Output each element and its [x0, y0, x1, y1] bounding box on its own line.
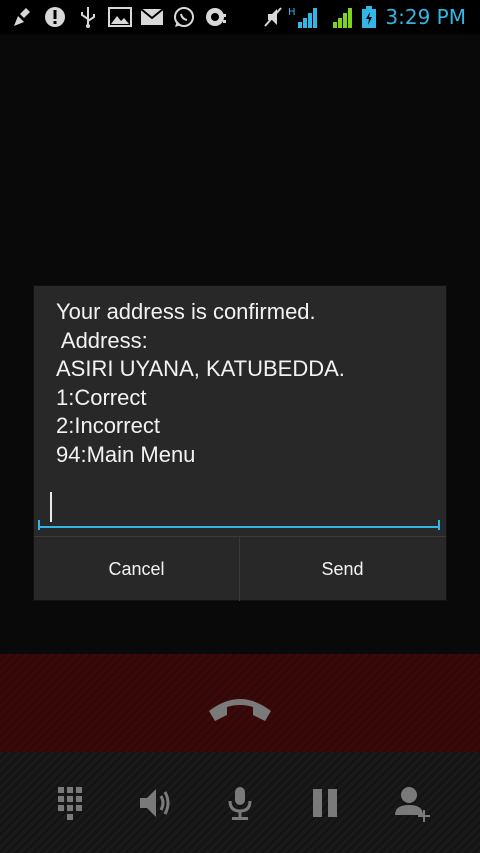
- image-icon: [108, 7, 132, 27]
- svg-text:H: H: [288, 7, 296, 18]
- mail-icon: [140, 8, 164, 25]
- dialog-message: Your address is confirmed. Address: ASIR…: [56, 299, 345, 467]
- send-button[interactable]: Send: [240, 537, 445, 601]
- battery-charging-icon: [362, 6, 376, 28]
- speaker-icon[interactable]: [134, 783, 174, 823]
- input-underline-left-cap: [38, 520, 40, 530]
- muted-icon: [264, 7, 282, 27]
- end-call-icon[interactable]: [205, 685, 275, 725]
- signal-icon: [333, 8, 352, 28]
- broom-icon: [14, 8, 30, 26]
- usb-icon: [81, 7, 95, 28]
- chat-icon: [206, 8, 226, 26]
- text-caret: [50, 492, 52, 522]
- ussd-dialog: Your address is confirmed. Address: ASIR…: [34, 286, 446, 601]
- hold-icon[interactable]: [305, 783, 345, 823]
- whatsapp-icon: [174, 7, 194, 27]
- add-call-icon[interactable]: [392, 783, 432, 823]
- status-bar: H 3:29 PM: [0, 0, 480, 34]
- cancel-button[interactable]: Cancel: [34, 537, 240, 601]
- dialpad-icon[interactable]: [50, 783, 90, 823]
- alert-icon: [45, 7, 65, 27]
- mute-mic-icon[interactable]: [220, 783, 260, 823]
- input-underline-right-cap: [438, 520, 440, 530]
- dialog-button-row: Cancel Send: [34, 536, 446, 601]
- clock: 3:29 PM: [385, 5, 466, 29]
- signal-h-icon: H: [288, 7, 317, 28]
- reply-input[interactable]: [38, 488, 440, 528]
